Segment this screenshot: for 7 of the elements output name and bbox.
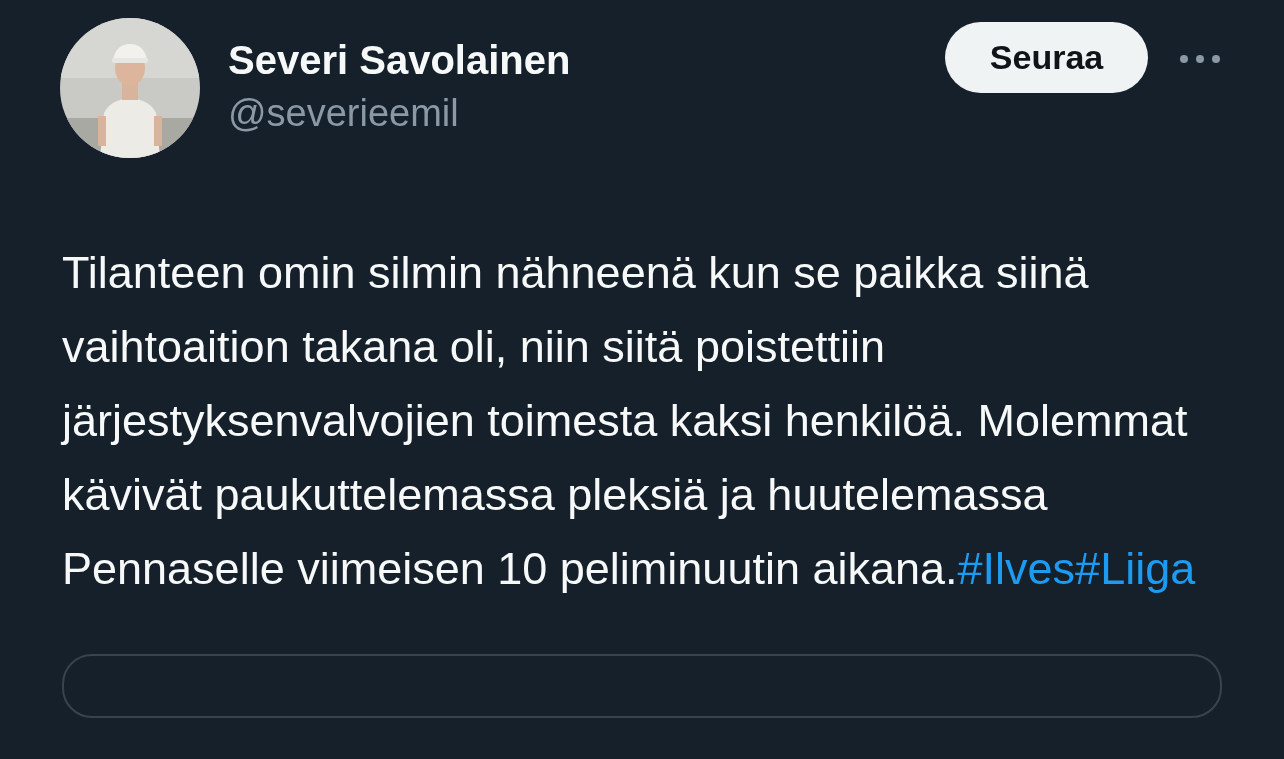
- author-handle[interactable]: @severieemil: [228, 86, 571, 140]
- hashtag-link[interactable]: #Liiga: [1075, 543, 1196, 594]
- follow-button[interactable]: Seuraa: [945, 22, 1148, 93]
- hashtag-link[interactable]: #Ilves: [957, 543, 1076, 594]
- tweet-text: Tilanteen omin silmin nähneenä kun se paikka siinä vaihtoaition takana oli, niin siitä poistettiin järjestyksenvalvojien toimesta kaksi henkilöä. Molemmat kävivät paukuttelemassa pleksiä ja huutelemassa Pennaselle viimeisen 10 peliminuutin aikana.#Ilves#Liiga: [62, 246, 1197, 596]
- author-name[interactable]: Severi Savolainen: [228, 34, 571, 86]
- more-icon[interactable]: [1178, 53, 1222, 65]
